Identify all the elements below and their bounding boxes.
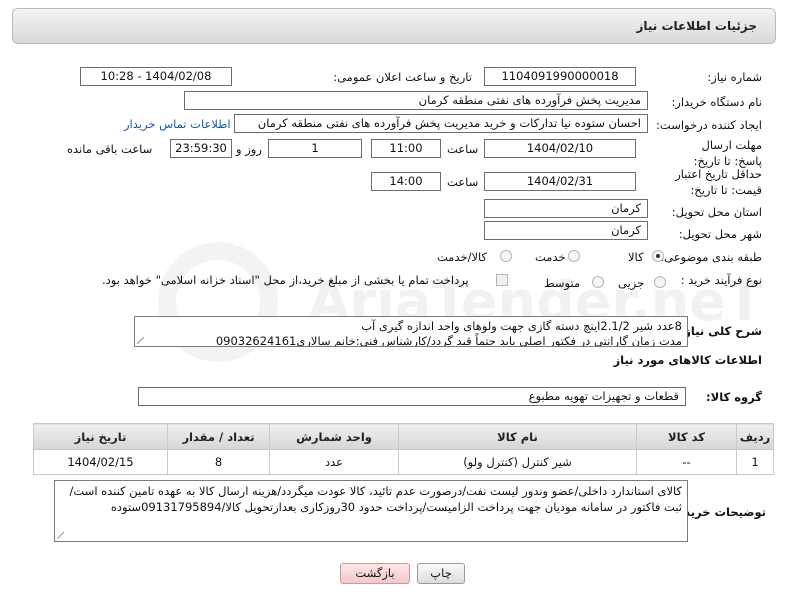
goods-info-title: اطلاعات کالاهای مورد نیاز (613, 353, 762, 367)
category-service-radio[interactable] (568, 250, 580, 262)
buyer-label: نام دستگاه خریدار: (671, 95, 762, 109)
need-number-label: شماره نیاز: (707, 70, 762, 84)
back-button[interactable]: بازگشت (340, 563, 410, 584)
validity-time-label: ساعت (447, 175, 479, 189)
deadline-date-field: 1404/02/10 (484, 139, 636, 158)
buyer-notes-textarea[interactable]: کالای استاندارد داخلی/عضو وندور لیست نفت… (54, 480, 688, 542)
goods-table: ردیف کد کالا نام کالا واحد شمارش تعداد /… (33, 423, 774, 475)
process-medium-radio[interactable] (592, 276, 604, 288)
treasury-checkbox[interactable] (496, 274, 508, 286)
col-unit-header: واحد شمارش (269, 423, 399, 450)
description-textarea[interactable]: 8عدد شیر 2.1/2اینچ دسته گازی جهت ولوهای … (134, 316, 688, 347)
category-label: طبقه بندی موضوعی: (660, 250, 762, 264)
validity-date-field: 1404/02/31 (484, 172, 636, 191)
buyer-notes-text: کالای استاندارد داخلی/عضو وندور لیست نفت… (69, 484, 682, 514)
category-option-goods-label: کالا (628, 250, 644, 264)
category-both-radio[interactable] (500, 250, 512, 262)
remaining-time-label: ساعت باقی مانده (67, 142, 153, 156)
cell-qty: 8 (167, 449, 270, 475)
goods-group-field: قطعات و تجهیزات تهویه مطبوع (138, 387, 686, 406)
need-number-field: 1104091990000018 (484, 67, 636, 86)
announce-label: تاریخ و ساعت اعلان عمومی: (333, 70, 472, 84)
city-field: کرمان (484, 221, 648, 240)
creator-label: ایجاد کننده درخواست: (656, 118, 762, 132)
table-header-row: ردیف کد کالا نام کالا واحد شمارش تعداد /… (33, 423, 774, 450)
category-option-both-label: کالا/خدمت (437, 250, 488, 264)
notes-resize-grip-icon[interactable] (57, 532, 64, 539)
goods-group-label: گروه کالا: (706, 390, 762, 404)
col-date-header: تاریخ نیاز (33, 423, 168, 450)
table-row: 1 -- شیر کنترل (کنترل ولو) عدد 8 1404/02… (33, 449, 774, 475)
description-label: شرح کلی نیاز: (679, 324, 762, 338)
announce-field: 1404/02/08 - 10:28 (80, 67, 232, 86)
deadline-time-label: ساعت (447, 142, 479, 156)
creator-field: احسان ستوده نیا تدارکات و خرید مدیریت پخ… (234, 114, 648, 133)
process-option-minor-label: جزیی (618, 276, 645, 290)
validity-time-field: 14:00 (371, 172, 441, 191)
col-row-header: ردیف (736, 423, 774, 450)
province-field: کرمان (484, 199, 648, 218)
category-goods-radio[interactable] (652, 250, 664, 262)
col-name-header: نام کالا (398, 423, 637, 450)
category-option-service-label: خدمت (535, 250, 566, 264)
cell-date: 1404/02/15 (33, 449, 168, 475)
validity-label: حداقل تاریخ اعتبار قیمت: تا تاریخ: (675, 167, 762, 197)
description-line-1: 8عدد شیر 2.1/2اینچ دسته گازی جهت ولوهای … (361, 319, 682, 333)
cell-row: 1 (736, 449, 774, 475)
resize-grip-icon[interactable] (137, 337, 144, 344)
deadline-label: مهلت ارسال پاسخ: تا تاریخ: (693, 138, 762, 168)
header-panel: جزئیات اطلاعات نیاز (12, 8, 776, 44)
cell-unit: عدد (269, 449, 399, 475)
deadline-days-label: روز و (236, 142, 262, 156)
remaining-time-field: 23:59:30 (170, 139, 232, 158)
city-label: شهر محل تحویل: (678, 227, 762, 241)
deadline-time-field: 11:00 (371, 139, 441, 158)
cell-name: شیر کنترل (کنترل ولو) (398, 449, 637, 475)
col-code-header: کد کالا (636, 423, 737, 450)
description-line-2: مدت زمان گارانتی در فکتور اصلی باید حتما… (215, 334, 682, 347)
province-label: استان محل تحویل: (671, 205, 762, 219)
col-qty-header: تعداد / مقدار (167, 423, 270, 450)
treasury-note: پرداخت تمام یا بخشی از مبلغ خرید،از محل … (102, 273, 469, 287)
print-button[interactable]: چاپ (417, 563, 465, 584)
process-minor-radio[interactable] (654, 276, 666, 288)
buyer-contact-link[interactable]: اطلاعات تماس خریدار (124, 117, 231, 131)
page-title: جزئیات اطلاعات نیاز (636, 19, 757, 33)
process-option-medium-label: متوسط (544, 276, 581, 290)
buyer-field: مدیریت پخش فرآورده های نفتی منطقه کرمان (184, 91, 648, 110)
deadline-days-field: 1 (268, 139, 362, 158)
cell-code: -- (636, 449, 737, 475)
process-label: نوع فرآیند خرید : (680, 273, 762, 287)
